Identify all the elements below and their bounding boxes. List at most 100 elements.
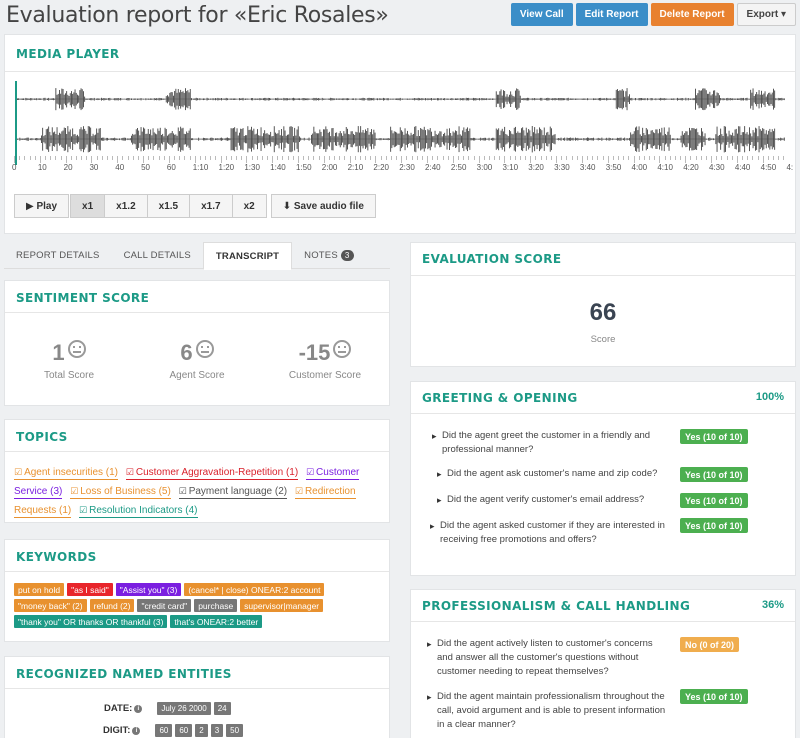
timeline-tick	[489, 156, 490, 160]
waveform-bar	[135, 129, 137, 149]
waveform-bar	[281, 129, 282, 150]
topic-item[interactable]: ☑ Customer Aggravation-Repetition (1)	[125, 467, 299, 480]
waveform-bar	[623, 138, 624, 141]
waveform-bar	[357, 126, 359, 153]
waveform-bar	[719, 135, 720, 144]
speed-x2-button[interactable]: x2	[231, 194, 267, 218]
speed-x1-7-button[interactable]: x1.7	[189, 194, 233, 218]
professionalism-section-title: PROFESSIONALISM & CALL HANDLING	[422, 599, 691, 613]
waveform-bar	[187, 133, 189, 146]
timeline-tick	[174, 156, 176, 160]
waveform-bar	[399, 127, 401, 152]
waveform-bar	[410, 132, 412, 146]
question-text: Did the agent asked customer if they are…	[430, 519, 672, 547]
waveform-bar	[495, 128, 497, 150]
timeline-tick	[494, 156, 496, 160]
timeline-tick	[411, 156, 413, 160]
waveform-bar	[296, 98, 298, 100]
topic-item[interactable]: ☑ Payment language (2)	[178, 486, 288, 499]
keyword-chip[interactable]: "thank you" OR thanks OR thankful (3)	[14, 615, 168, 628]
waveform-bar	[548, 98, 550, 101]
keyword-chip[interactable]: "as I said"	[67, 583, 113, 596]
delete-report-button[interactable]: Delete Report	[650, 3, 734, 26]
waveform-bar	[49, 98, 51, 100]
waveform-bar	[487, 98, 489, 100]
waveform-bar	[169, 92, 171, 106]
keyword-chip[interactable]: "credit card"	[137, 599, 192, 612]
keyword-chip[interactable]: put on hold	[14, 583, 65, 596]
waveform-bar	[536, 129, 538, 150]
waveform-bar	[276, 133, 278, 145]
speed-x1-button[interactable]: x1	[70, 194, 106, 218]
view-call-button[interactable]: View Call	[510, 3, 573, 26]
edit-report-button[interactable]: Edit Report	[575, 3, 648, 26]
tab-report-details[interactable]: REPORT DETAILS	[4, 242, 112, 269]
keyword-chip[interactable]: refund (2)	[89, 599, 135, 612]
waveform-bar	[488, 98, 490, 100]
speed-x1-2-button[interactable]: x1.2	[104, 194, 148, 218]
waveform-bar	[705, 138, 707, 140]
timeline-tick	[550, 156, 552, 160]
timeline-tick	[267, 156, 269, 160]
waveform-bar	[397, 133, 399, 145]
speed-x1-5-button[interactable]: x1.5	[146, 194, 191, 218]
save-audio-button[interactable]: ⬇ Save audio file	[270, 194, 376, 218]
waveform-bar	[506, 134, 508, 144]
waveform-bar	[541, 130, 543, 149]
waveform-bar	[405, 98, 407, 100]
keyword-chip[interactable]: "Assist you" (3)	[115, 583, 182, 596]
waveform-bar	[773, 88, 774, 110]
waveform-bar	[198, 98, 200, 100]
waveform-bar	[543, 98, 545, 100]
tab-notes[interactable]: NOTES 3	[292, 242, 365, 269]
waveform-bar	[68, 96, 70, 103]
timeline-tick	[194, 156, 196, 163]
waveform-bar	[216, 98, 218, 100]
topic-item[interactable]: ☑ Agent insecurities (1)	[14, 467, 119, 480]
timeline-tick	[256, 156, 258, 160]
waveform-bar	[617, 137, 618, 141]
keyword-chip[interactable]: purchase	[194, 599, 238, 612]
waveform-bar	[254, 98, 256, 101]
waveform-bar	[71, 136, 72, 142]
waveform-bar	[395, 131, 396, 147]
waveform-bar	[345, 127, 347, 152]
waveform-bar	[408, 134, 410, 144]
waveform-bar	[323, 98, 324, 100]
waveform-bar	[38, 138, 40, 140]
waveform-bar	[588, 137, 590, 141]
waveform-bar	[411, 98, 413, 100]
topic-item[interactable]: ☑ Resolution Indicators (4)	[79, 505, 198, 518]
waveform-bar	[189, 128, 191, 150]
waveform-bar	[381, 138, 383, 140]
waveform-bar	[129, 98, 131, 100]
info-icon[interactable]: i	[132, 726, 141, 735]
export-dropdown[interactable]: Export ▾	[736, 3, 796, 26]
waveform-bar	[121, 98, 123, 100]
timeline-tick-label: 40	[115, 163, 125, 172]
waveform-bar	[263, 98, 264, 101]
waveform-bar	[428, 130, 430, 149]
waveform-bar	[771, 129, 773, 150]
tab-transcript[interactable]: TRANSCRIPT	[202, 242, 293, 270]
topic-label: Agent insecurities (1)	[24, 467, 119, 478]
topic-item[interactable]: ☑ Loss of Business (5)	[70, 486, 171, 499]
keyword-chip[interactable]: supervisor|manager	[240, 599, 324, 612]
waveform[interactable]	[15, 81, 785, 165]
waveform-bar	[433, 136, 435, 143]
waveform-bar	[710, 95, 712, 103]
waveform-bar	[206, 138, 208, 141]
info-icon[interactable]: i	[134, 704, 143, 713]
waveform-bar	[473, 137, 474, 141]
waveform-bar	[201, 138, 203, 140]
keyword-chip[interactable]: (cancel* | close) ONEAR:2 account	[184, 583, 325, 596]
timeline-tick	[721, 156, 723, 160]
play-button[interactable]: ▶ Play	[14, 194, 70, 218]
timeline-tick-label: 30	[89, 163, 99, 172]
keyword-chip[interactable]: that's ONEAR:2 better	[170, 615, 263, 628]
waveform-bar	[265, 133, 267, 145]
total-score: 1 Total Score	[14, 340, 124, 381]
tab-call-details[interactable]: CALL DETAILS	[112, 242, 203, 269]
waveform-bar	[170, 132, 172, 146]
keyword-chip[interactable]: "money back" (2)	[14, 599, 87, 612]
